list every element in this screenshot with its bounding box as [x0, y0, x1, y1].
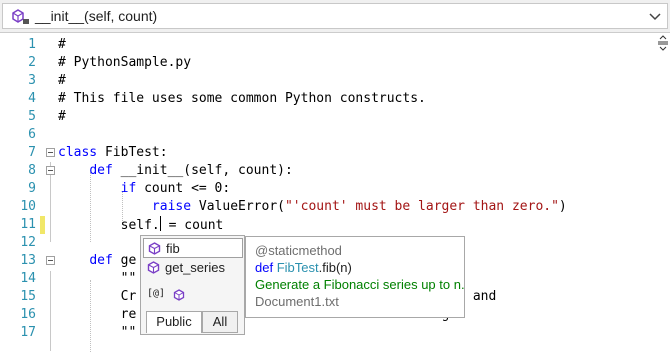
completion-item-label: get_series: [165, 260, 225, 275]
line-number: 2: [28, 55, 36, 70]
code-line: 11 self. = count: [0, 216, 655, 234]
collapse-toggle[interactable]: [46, 148, 55, 157]
code-line: 6: [0, 126, 655, 144]
unsaved-change-marker: [40, 216, 45, 234]
completion-item-get-series[interactable]: get_series: [143, 258, 243, 278]
line-number: 8: [28, 163, 36, 178]
code-text: def ge: [89, 253, 137, 268]
tab-public[interactable]: Public: [146, 311, 202, 333]
code-line: 8 def __init__(self, count):: [0, 162, 655, 180]
line-number: 17: [20, 325, 36, 340]
code-line: 3 #: [0, 72, 655, 90]
source-file-text: Document1.txt: [255, 294, 339, 309]
field-filter-button[interactable]: [@]: [147, 288, 165, 299]
line-number: 1: [28, 37, 36, 52]
code-line: 1 #: [0, 36, 655, 54]
code-line: 7 class FibTest:: [0, 144, 655, 162]
completion-item-fib[interactable]: fib: [143, 238, 243, 258]
comment: #: [58, 109, 66, 124]
doc-text: Generate a Fibonacci series up to n.: [255, 277, 465, 292]
comment: # This file uses some common Python cons…: [58, 91, 426, 106]
code-text: class FibTest:: [58, 145, 168, 160]
line-number: 14: [20, 271, 36, 286]
line-number: 5: [28, 109, 36, 124]
completion-item-label: fib: [166, 241, 180, 256]
line-number: 3: [28, 73, 36, 88]
line-number: 11: [20, 217, 36, 232]
code-line: 10 raise ValueError("'count' must be lar…: [0, 198, 655, 216]
line-number: 12: [20, 235, 36, 250]
code-text: def __init__(self, count):: [89, 163, 293, 178]
line-number: 9: [28, 181, 36, 196]
code-line: 4 # This file uses some common Python co…: [0, 90, 655, 108]
code-text: "": [120, 325, 137, 340]
quick-info-tooltip: @staticmethod def FibTest.fib(n) Generat…: [245, 236, 465, 318]
comment: # PythonSample.py: [58, 55, 192, 70]
comment: #: [58, 37, 66, 52]
member-name: __init__(self, count): [35, 8, 158, 24]
split-window-icon[interactable]: [656, 35, 670, 51]
code-text: if count <= 0:: [120, 181, 231, 196]
line-number: 13: [20, 253, 36, 268]
method-icon: [12, 9, 29, 24]
comment: #: [58, 73, 66, 88]
collapse-toggle[interactable]: [46, 166, 55, 175]
code-text: raise ValueError("'count' must be larger…: [151, 199, 567, 214]
member-dropdown[interactable]: __init__(self, count): [2, 3, 668, 29]
chevron-down-icon[interactable]: [649, 12, 661, 22]
tab-all[interactable]: All: [202, 311, 238, 333]
decorator-text: @staticmethod: [255, 243, 342, 258]
code-text: "": [120, 271, 137, 286]
signature-text: def FibTest.fib(n): [255, 260, 352, 275]
line-number: 6: [28, 127, 36, 142]
line-number: 10: [20, 199, 36, 214]
method-icon: [147, 261, 160, 274]
code-text: self. = count: [120, 216, 224, 233]
code-line: 2 # PythonSample.py: [0, 54, 655, 72]
line-number: 16: [20, 307, 36, 322]
line-number: 4: [28, 91, 36, 106]
code-line: 17 "": [0, 324, 655, 342]
navigation-bar: __init__(self, count): [0, 0, 670, 33]
collapse-toggle[interactable]: [46, 256, 55, 265]
code-line: 5 #: [0, 108, 655, 126]
line-number: 7: [28, 145, 36, 160]
method-filter-icon[interactable]: [173, 289, 185, 301]
completion-list[interactable]: fib get_series [@] Public All: [140, 235, 245, 335]
line-number: 15: [20, 289, 36, 304]
completion-filter-bar: [@]: [147, 288, 207, 304]
code-line: 9 if count <= 0:: [0, 180, 655, 198]
method-icon: [148, 242, 161, 255]
